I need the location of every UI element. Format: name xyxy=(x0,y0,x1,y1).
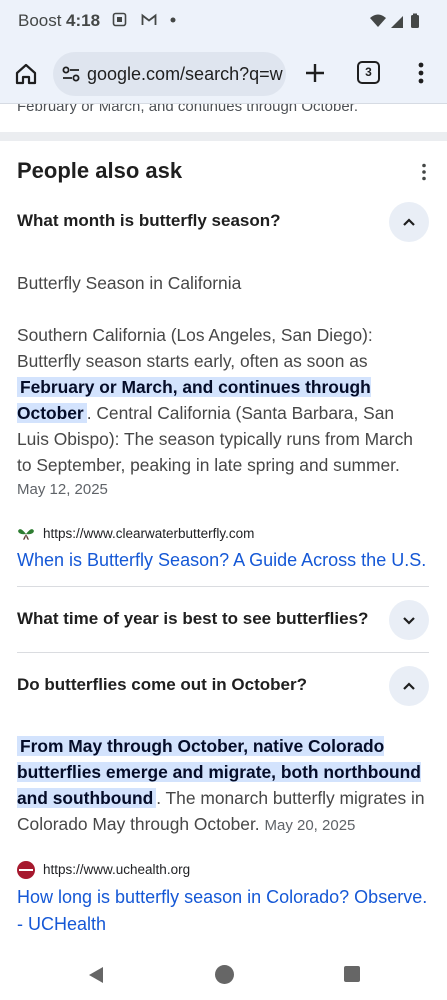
menu-icon[interactable] xyxy=(413,61,429,85)
more-options-icon[interactable] xyxy=(417,162,431,182)
chevron-up-icon[interactable] xyxy=(389,666,429,706)
source-title-link[interactable]: How long is butterfly season in Colorado… xyxy=(17,884,429,938)
plus-icon[interactable] xyxy=(303,61,327,85)
section-separator xyxy=(0,132,447,141)
browser-toolbar: google.com/search?q=w 3 xyxy=(0,44,447,104)
screenshot-icon xyxy=(112,12,127,32)
notification-icons xyxy=(112,12,185,32)
system-nav-bar xyxy=(0,954,447,1000)
answer-heading: Butterfly Season in California xyxy=(17,273,242,293)
answer-body: From May through October, native Colorad… xyxy=(17,733,429,839)
address-bar[interactable]: google.com/search?q=w xyxy=(53,52,286,96)
source-attribution[interactable]: https://www.clearwaterbutterfly.com xyxy=(17,524,429,544)
divider xyxy=(17,652,429,653)
answer-body: Southern California (Los Angeles, San Di… xyxy=(17,322,429,478)
status-bar: Boost 4:18 xyxy=(0,0,447,44)
page-content: February or March, and continues through… xyxy=(0,104,447,954)
answer-text: Southern California (Los Angeles, San Di… xyxy=(17,325,373,371)
answer-date: May 12, 2025 xyxy=(17,481,108,498)
question-text[interactable]: Do butterflies come out in October? xyxy=(17,675,307,695)
dot-icon xyxy=(170,12,176,32)
source-url[interactable]: https://www.uchealth.org xyxy=(43,862,190,877)
question-text[interactable]: What time of year is best to see butterf… xyxy=(17,609,368,629)
back-icon[interactable] xyxy=(87,966,105,984)
tabs-icon[interactable]: 3 xyxy=(357,61,380,84)
clock: 4:18 xyxy=(66,11,101,30)
gmail-icon xyxy=(141,12,157,32)
carrier-label: Boost xyxy=(18,11,62,30)
paa-question-2[interactable]: What time of year is best to see butterf… xyxy=(17,600,429,640)
question-text[interactable]: What month is butterfly season? xyxy=(17,211,281,231)
battery-icon xyxy=(411,13,419,28)
butterfly-favicon-icon xyxy=(17,525,35,543)
source-title-link[interactable]: When is Butterfly Season? A Guide Across… xyxy=(17,547,429,574)
signal-icon xyxy=(391,16,403,28)
wifi-icon xyxy=(370,14,386,27)
source-url[interactable]: https://www.clearwaterbutterfly.com xyxy=(43,526,254,541)
answer-date: May 20, 2025 xyxy=(264,817,356,834)
tune-icon[interactable] xyxy=(61,64,81,84)
source-attribution[interactable]: https://www.uchealth.org xyxy=(17,860,429,880)
paa-question-1[interactable]: What month is butterfly season? xyxy=(17,202,429,242)
home-button-icon[interactable] xyxy=(215,965,234,984)
chevron-down-icon[interactable] xyxy=(389,600,429,640)
divider xyxy=(17,586,429,587)
paa-question-3[interactable]: Do butterflies come out in October? xyxy=(17,666,429,706)
browser-chrome: Boost 4:18 google.com/search?q=w 3 xyxy=(0,0,447,104)
recents-icon[interactable] xyxy=(344,966,360,982)
home-icon[interactable] xyxy=(12,60,40,88)
clipped-snippet: February or March, and continues through… xyxy=(17,104,359,115)
system-indicators xyxy=(369,12,429,30)
paa-title: People also ask xyxy=(17,158,183,183)
url-text[interactable]: google.com/search?q=w xyxy=(87,64,283,85)
uchealth-favicon-icon xyxy=(17,861,35,879)
chevron-up-icon[interactable] xyxy=(389,202,429,242)
